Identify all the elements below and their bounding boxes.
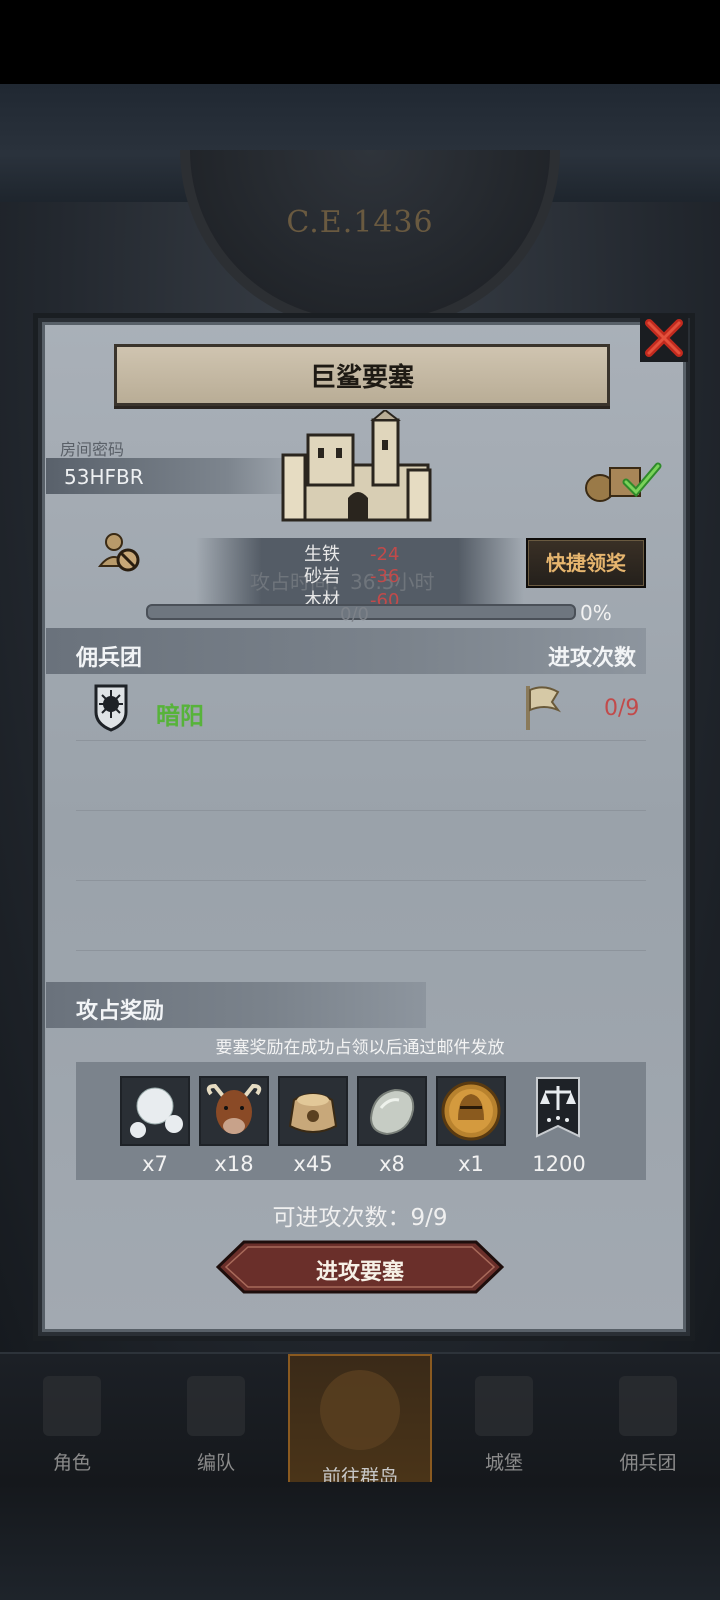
quick-claim-button[interactable]: 快捷领奖 — [526, 538, 646, 588]
reward-count: x8 — [379, 1152, 405, 1176]
reward-item[interactable] — [199, 1076, 269, 1146]
mercenary-name[interactable]: 暗阳 — [156, 696, 204, 731]
resource-name: 砂岩 — [304, 566, 340, 587]
reward-count: 1200 — [532, 1152, 586, 1176]
rewards-claimed-icon — [585, 462, 662, 502]
formation-icon — [187, 1376, 245, 1436]
reward-item[interactable] — [436, 1076, 506, 1146]
reward-note: 要塞奖励在成功占领以后通过邮件发放 — [215, 1038, 505, 1058]
nav-label: 编队 — [196, 1452, 235, 1474]
knight-icon — [43, 1376, 101, 1436]
justice-banner-icon — [536, 1077, 580, 1138]
nav-label: 角色 — [52, 1452, 91, 1474]
dialog-title: 巨鲨要塞 — [309, 363, 414, 393]
nav-item-islands[interactable]: 前往群岛 — [288, 1354, 432, 1488]
close-button[interactable] — [640, 314, 688, 362]
mercenary-section-label: 佣兵团 — [76, 646, 143, 671]
resource-row: 砂岩 -36 — [260, 562, 399, 588]
pearl-icon — [122, 1078, 188, 1144]
progress-count: 0/0 — [340, 604, 369, 625]
islands-compass-icon — [320, 1370, 400, 1450]
nav-label: 佣兵团 — [619, 1452, 677, 1474]
reward-count: x7 — [142, 1152, 168, 1176]
bottom-band — [0, 1482, 720, 1600]
divider — [76, 810, 646, 811]
status-bar — [0, 0, 720, 84]
room-label: 房间密码 — [60, 440, 125, 459]
knight-helmet-coin-icon — [438, 1078, 504, 1144]
divider — [76, 880, 646, 881]
remaining-attempts: 可进攻次数：9/9 — [272, 1205, 448, 1231]
resource-value: -36 — [370, 566, 400, 587]
nav-item-formation[interactable]: 编队 — [144, 1354, 288, 1484]
era-label: C.E.1436 — [286, 205, 434, 240]
attack-count-label: 进攻次数 — [548, 646, 637, 671]
flag-icon — [526, 686, 562, 730]
close-icon — [640, 314, 688, 362]
divider — [76, 950, 646, 951]
reward-count: x45 — [293, 1152, 333, 1176]
reward-count: x18 — [214, 1152, 254, 1176]
rewards-section-label: 攻占奖励 — [76, 999, 165, 1024]
bottom-nav: 角色 编队 前往群岛 城堡 佣兵团 — [0, 1352, 720, 1488]
nav-item-character[interactable]: 角色 — [0, 1354, 144, 1484]
shield-icon — [94, 684, 128, 732]
nav-item-mercenary[interactable]: 佣兵团 — [576, 1354, 720, 1484]
attack-count: 0/9 — [604, 696, 640, 721]
grain-sack-icon — [280, 1078, 346, 1144]
reward-count: x1 — [458, 1152, 484, 1176]
attack-fortress-label: 进攻要塞 — [315, 1260, 404, 1285]
nav-label: 城堡 — [484, 1452, 523, 1474]
ship-icon — [619, 1376, 677, 1436]
title-banner: 巨鲨要塞 — [114, 344, 610, 406]
fortress-icon — [281, 410, 432, 522]
reward-item[interactable] — [278, 1076, 348, 1146]
reward-item[interactable] — [120, 1076, 190, 1146]
room-code: 53HFBR — [64, 465, 144, 489]
nav-item-castle[interactable]: 城堡 — [432, 1354, 576, 1484]
reward-item[interactable] — [357, 1076, 427, 1146]
progress-percent: 0% — [580, 601, 612, 625]
cattle-icon — [201, 1078, 267, 1144]
stone-icon — [359, 1078, 425, 1144]
player-blocked-icon — [98, 533, 140, 572]
reward-item[interactable] — [525, 1076, 595, 1146]
castle-icon — [475, 1376, 533, 1436]
attack-fortress-button[interactable]: 进攻要塞 — [216, 1240, 504, 1294]
